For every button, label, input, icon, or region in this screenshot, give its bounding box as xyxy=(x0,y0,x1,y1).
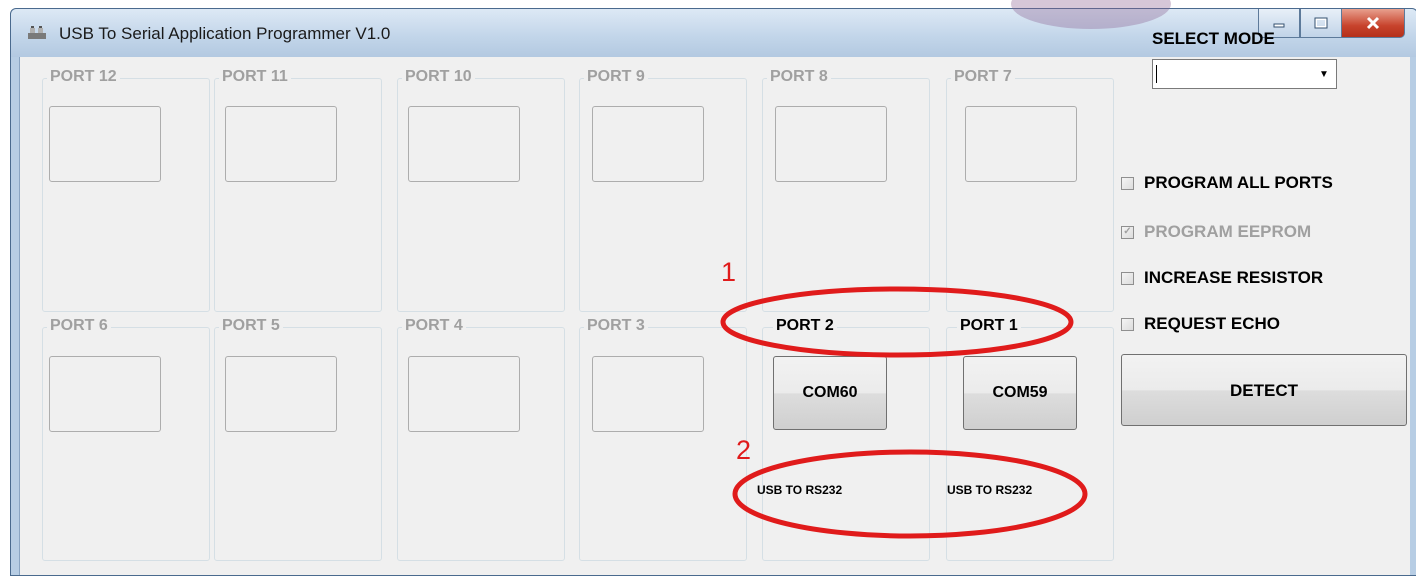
annotation-overlay xyxy=(720,286,1088,539)
annotation-ellipse-2 xyxy=(732,449,1088,539)
annotation-ellipse-1 xyxy=(720,286,1074,358)
